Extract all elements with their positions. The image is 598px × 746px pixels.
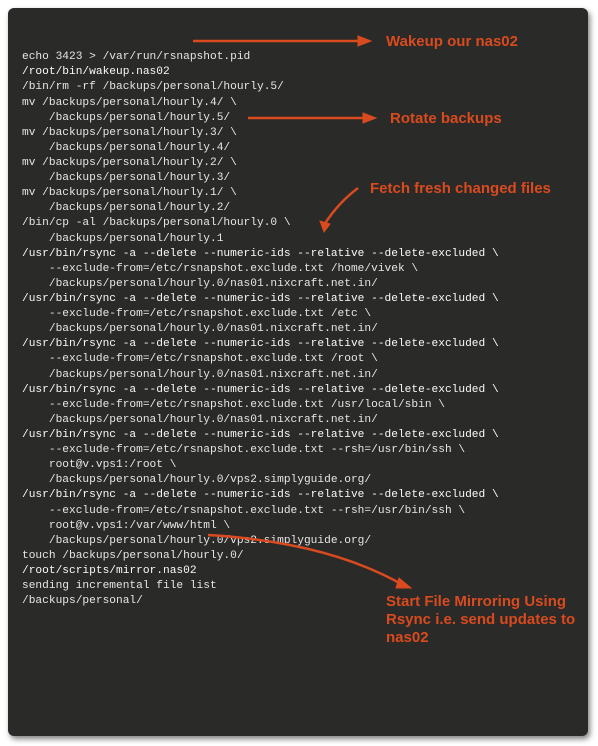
terminal-line: /bin/cp -al /backups/personal/hourly.0 \: [22, 216, 574, 231]
terminal-line: /backups/personal/hourly.0/nas01.nixcraf…: [22, 322, 574, 337]
terminal-line: --exclude-from=/etc/rsnapshot.exclude.tx…: [22, 443, 574, 458]
terminal-line: /backups/personal/hourly.4/: [22, 141, 574, 156]
terminal-line: /backups/personal/hourly.5/: [22, 111, 574, 126]
terminal-line: /root/bin/wakeup.nas02: [22, 65, 574, 80]
terminal-line: /usr/bin/rsync -a --delete --numeric-ids…: [22, 488, 574, 503]
terminal-window: echo 3423 > /var/run/rsnapshot.pid/root/…: [8, 8, 588, 736]
terminal-line: sending incremental file list: [22, 579, 574, 594]
terminal-line: root@v.vps1:/var/www/html \: [22, 519, 574, 534]
terminal-line: /backups/personal/hourly.0/vps2.simplygu…: [22, 534, 574, 549]
terminal-line: root@v.vps1:/root \: [22, 458, 574, 473]
terminal-line: mv /backups/personal/hourly.4/ \: [22, 96, 574, 111]
terminal-line: --exclude-from=/etc/rsnapshot.exclude.tx…: [22, 504, 574, 519]
annotation-wakeup: Wakeup our nas02: [386, 33, 518, 51]
terminal-line: /backups/personal/hourly.0/nas01.nixcraf…: [22, 277, 574, 292]
terminal-line: /usr/bin/rsync -a --delete --numeric-ids…: [22, 383, 574, 398]
terminal-line: /backups/personal/: [22, 594, 574, 609]
terminal-line: mv /backups/personal/hourly.3/ \: [22, 126, 574, 141]
terminal-line: /backups/personal/hourly.2/: [22, 201, 574, 216]
terminal-line: /usr/bin/rsync -a --delete --numeric-ids…: [22, 428, 574, 443]
terminal-line: mv /backups/personal/hourly.2/ \: [22, 156, 574, 171]
terminal-line: touch /backups/personal/hourly.0/: [22, 549, 574, 564]
terminal-line: /backups/personal/hourly.1: [22, 232, 574, 247]
terminal-line: mv /backups/personal/hourly.1/ \: [22, 186, 574, 201]
terminal-line: --exclude-from=/etc/rsnapshot.exclude.tx…: [22, 352, 574, 367]
terminal-line: /usr/bin/rsync -a --delete --numeric-ids…: [22, 337, 574, 352]
terminal-line: echo 3423 > /var/run/rsnapshot.pid: [22, 50, 574, 65]
terminal-line: --exclude-from=/etc/rsnapshot.exclude.tx…: [22, 398, 574, 413]
terminal-line: --exclude-from=/etc/rsnapshot.exclude.tx…: [22, 307, 574, 322]
terminal-line: /root/scripts/mirror.nas02: [22, 564, 574, 579]
terminal-line: /backups/personal/hourly.3/: [22, 171, 574, 186]
arrow-wakeup-icon: [193, 34, 373, 48]
terminal-line: /usr/bin/rsync -a --delete --numeric-ids…: [22, 292, 574, 307]
terminal-line: /usr/bin/rsync -a --delete --numeric-ids…: [22, 247, 574, 262]
terminal-line: /backups/personal/hourly.0/nas01.nixcraf…: [22, 368, 574, 383]
terminal-line: /backups/personal/hourly.0/nas01.nixcraf…: [22, 413, 574, 428]
terminal-line: /backups/personal/hourly.0/vps2.simplygu…: [22, 473, 574, 488]
terminal-line: --exclude-from=/etc/rsnapshot.exclude.tx…: [22, 262, 574, 277]
terminal-line: /bin/rm -rf /backups/personal/hourly.5/: [22, 80, 574, 95]
terminal-output: echo 3423 > /var/run/rsnapshot.pid/root/…: [22, 50, 574, 609]
